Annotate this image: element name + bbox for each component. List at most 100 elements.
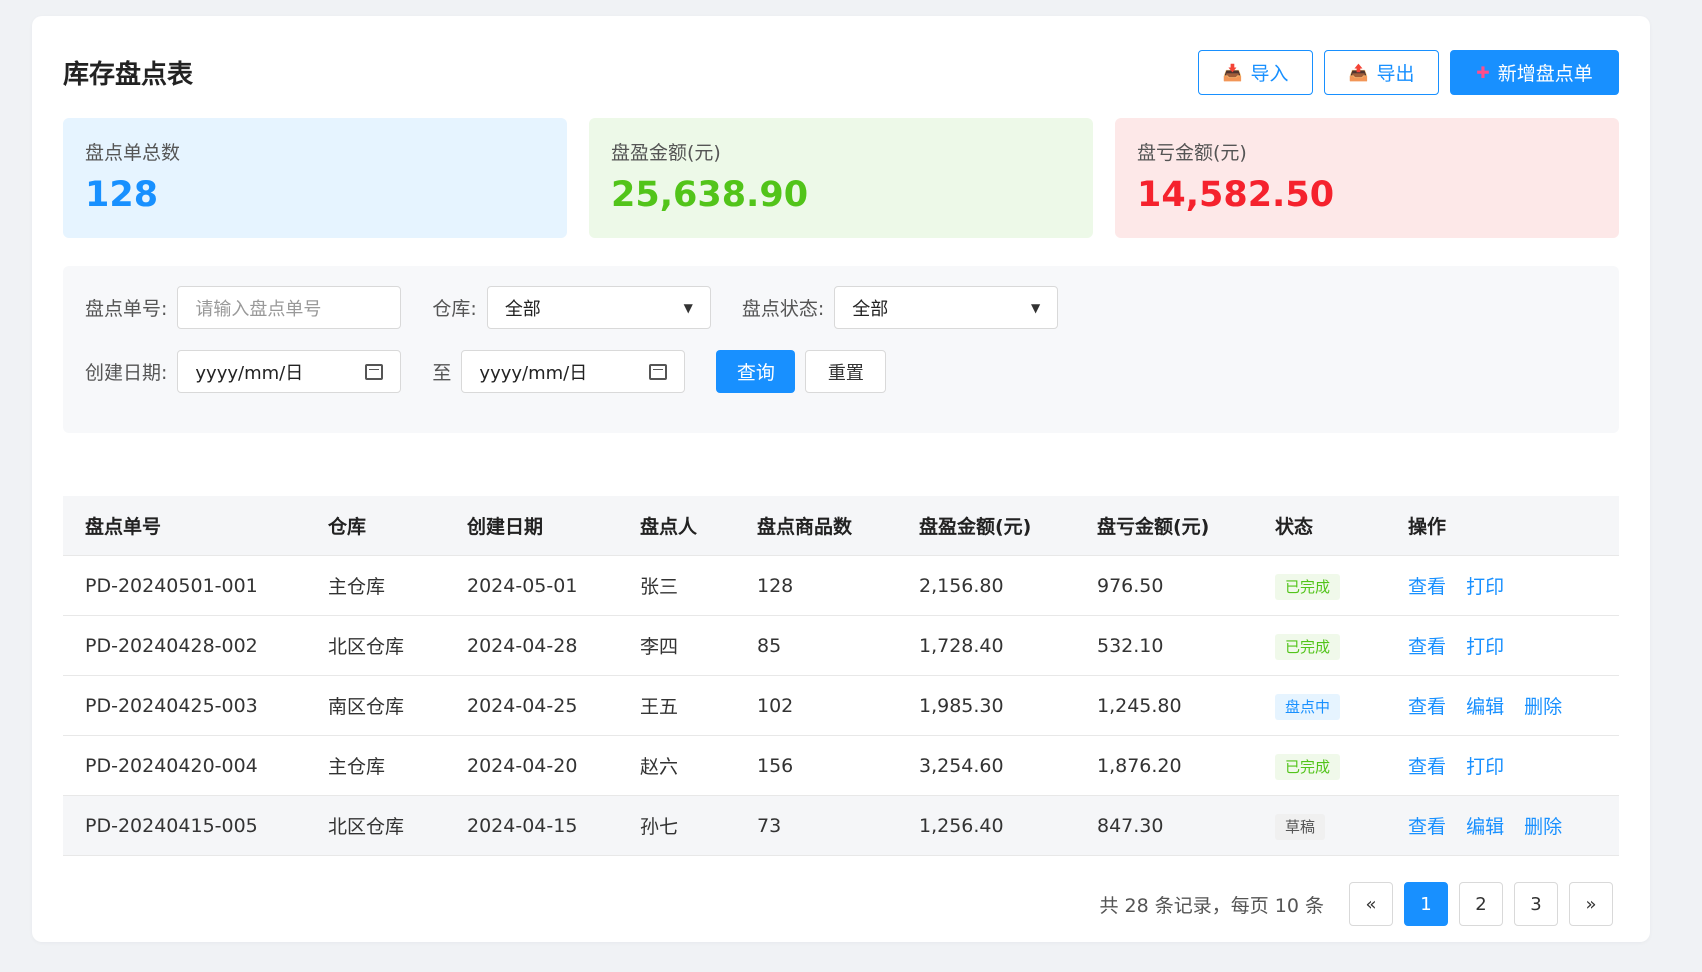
cell-status: 盘点中	[1253, 693, 1386, 720]
new-order-label: 新增盘点单	[1497, 62, 1593, 85]
cell-count: 102	[757, 694, 794, 717]
cell-order-no: PD-20240415-005	[85, 814, 258, 837]
date-to-input[interactable]: yyyy/mm/日	[461, 350, 686, 393]
query-button[interactable]: 查询	[716, 350, 796, 393]
filter-row-2: 创建日期: yyyy/mm/日 至 yyyy/mm/日 查询 重置	[85, 350, 887, 393]
stat-value: 128	[85, 175, 159, 215]
order-no-input[interactable]: 请输入盘点单号	[177, 286, 402, 329]
view-link[interactable]: 查看	[1408, 576, 1446, 598]
date-from-input[interactable]: yyyy/mm/日	[177, 350, 402, 393]
import-button[interactable]: 📥 导入	[1198, 49, 1313, 95]
date-to-value: yyyy/mm/日	[479, 362, 588, 384]
pagination: 共 28 条记录，每页 10 条 « 1 2 3 »	[1099, 882, 1613, 926]
view-link[interactable]: 查看	[1408, 816, 1446, 838]
table-row: PD-20240415-005 北区仓库 2024-04-15 孙七 73 1,…	[63, 796, 1619, 856]
date-separator: 至	[432, 362, 452, 384]
cell-ops: 查看 打印	[1386, 632, 1619, 659]
col-header: 创建日期	[467, 516, 544, 538]
delete-link[interactable]: 删除	[1524, 816, 1562, 838]
print-link[interactable]: 打印	[1466, 756, 1504, 778]
view-link[interactable]: 查看	[1408, 636, 1446, 658]
inventory-table: 盘点单号 仓库 创建日期 盘点人 盘点商品数 盘盈金额(元) 盘亏金额(元) 状…	[63, 496, 1619, 856]
cell-loss: 532.10	[1097, 634, 1164, 657]
import-label: 导入	[1250, 62, 1289, 85]
filter-panel: 盘点单号: 请输入盘点单号 仓库: 全部 ▼ 盘点状态: 全部 ▼ 创建日期: …	[63, 266, 1619, 433]
stat-label: 盘亏金额(元)	[1137, 142, 1247, 164]
cell-person: 王五	[640, 696, 679, 718]
date-label: 创建日期:	[85, 362, 168, 384]
status-select[interactable]: 全部 ▼	[834, 286, 1059, 329]
cell-gain: 1,256.40	[919, 814, 1004, 837]
cell-count: 128	[757, 574, 794, 597]
col-header: 盘点单号	[85, 516, 162, 538]
chevron-down-icon: ▼	[1030, 300, 1041, 315]
col-header: 操作	[1408, 516, 1447, 538]
delete-link[interactable]: 删除	[1524, 696, 1562, 718]
cell-loss: 1,876.20	[1097, 754, 1182, 777]
col-header: 盘亏金额(元)	[1097, 516, 1210, 538]
page-title: 库存盘点表	[63, 59, 194, 90]
status-badge: 已完成	[1275, 573, 1341, 600]
status-value: 全部	[852, 298, 889, 320]
stat-gain-amount: 盘盈金额(元) 25,638.90	[589, 118, 1093, 238]
cell-order-no: PD-20240420-004	[85, 754, 258, 777]
cell-person: 赵六	[640, 756, 679, 778]
cell-count: 73	[757, 814, 782, 837]
cell-status: 已完成	[1253, 633, 1386, 660]
warehouse-select[interactable]: 全部 ▼	[486, 286, 711, 329]
status-badge: 已完成	[1275, 753, 1341, 780]
plus-icon: ✚	[1476, 62, 1490, 82]
cell-date: 2024-04-15	[467, 814, 578, 837]
cell-warehouse: 北区仓库	[328, 816, 405, 838]
cell-count: 156	[757, 754, 794, 777]
cell-gain: 3,254.60	[919, 754, 1004, 777]
print-link[interactable]: 打印	[1466, 576, 1504, 598]
export-button[interactable]: 📤 导出	[1324, 49, 1439, 95]
cell-person: 李四	[640, 636, 679, 658]
page-button-1[interactable]: 1	[1404, 882, 1448, 926]
cell-person: 孙七	[640, 816, 679, 838]
edit-link[interactable]: 编辑	[1466, 696, 1504, 718]
cell-count: 85	[757, 634, 782, 657]
cell-gain: 2,156.80	[919, 574, 1004, 597]
stat-label: 盘点单总数	[85, 142, 181, 164]
cell-order-no: PD-20240425-003	[85, 694, 258, 717]
page-button-3[interactable]: 3	[1514, 882, 1558, 926]
cell-status: 已完成	[1253, 753, 1386, 780]
stat-loss-amount: 盘亏金额(元) 14,582.50	[1115, 118, 1619, 238]
calendar-icon	[365, 363, 384, 380]
print-link[interactable]: 打印	[1466, 636, 1504, 658]
table-header-row: 盘点单号 仓库 创建日期 盘点人 盘点商品数 盘盈金额(元) 盘亏金额(元) 状…	[63, 496, 1619, 556]
view-link[interactable]: 查看	[1408, 696, 1446, 718]
cell-loss: 976.50	[1097, 574, 1164, 597]
view-link[interactable]: 查看	[1408, 756, 1446, 778]
table-row: PD-20240501-001 主仓库 2024-05-01 张三 128 2,…	[63, 556, 1619, 616]
export-label: 导出	[1376, 62, 1415, 85]
next-page-button[interactable]: »	[1569, 882, 1613, 926]
cell-date: 2024-04-25	[467, 694, 578, 717]
edit-link[interactable]: 编辑	[1466, 816, 1504, 838]
prev-page-button[interactable]: «	[1349, 882, 1393, 926]
stat-value: 25,638.90	[611, 175, 809, 215]
col-header: 盘盈金额(元)	[919, 516, 1032, 538]
col-header: 盘点商品数	[757, 516, 853, 538]
table-row: PD-20240425-003 南区仓库 2024-04-25 王五 102 1…	[63, 676, 1619, 736]
col-header: 状态	[1275, 516, 1314, 538]
cell-order-no: PD-20240428-002	[85, 634, 258, 657]
cell-ops: 查看 编辑 删除	[1386, 692, 1619, 719]
new-order-button[interactable]: ✚ 新增盘点单	[1450, 49, 1619, 95]
page-button-2[interactable]: 2	[1459, 882, 1503, 926]
warehouse-value: 全部	[504, 298, 541, 320]
cell-ops: 查看 编辑 删除	[1386, 812, 1619, 839]
stat-total-orders: 盘点单总数 128	[63, 118, 567, 238]
cell-order-no: PD-20240501-001	[85, 574, 258, 597]
pagination-info: 共 28 条记录，每页 10 条	[1099, 894, 1324, 917]
cell-warehouse: 北区仓库	[328, 636, 405, 658]
reset-button[interactable]: 重置	[805, 350, 887, 393]
col-header: 盘点人	[640, 516, 698, 538]
cell-date: 2024-04-20	[467, 754, 578, 777]
cell-person: 张三	[640, 576, 679, 598]
cell-gain: 1,985.30	[919, 694, 1004, 717]
calendar-icon	[649, 363, 668, 380]
filter-row-1: 盘点单号: 请输入盘点单号 仓库: 全部 ▼ 盘点状态: 全部 ▼	[85, 286, 1059, 329]
